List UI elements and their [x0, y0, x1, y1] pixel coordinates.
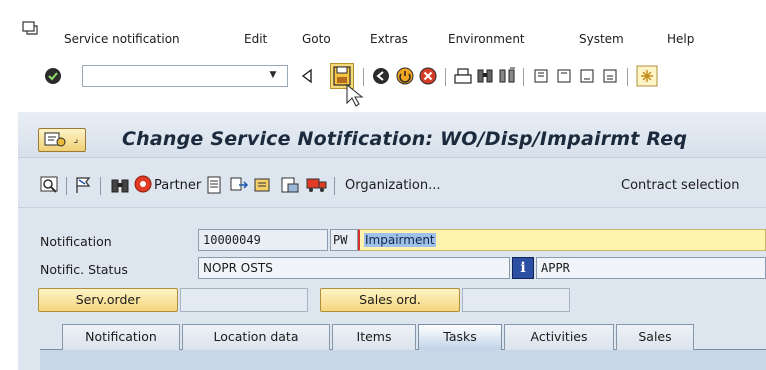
toolbar-separator — [523, 68, 524, 86]
notification-description-field[interactable]: Impairment — [358, 229, 766, 251]
sales-order-button[interactable]: Sales ord. — [320, 288, 460, 312]
tab-location-data[interactable]: Location data — [182, 324, 330, 350]
attachment-list-icon[interactable] — [280, 176, 300, 194]
flag-icon[interactable] — [74, 176, 94, 194]
enter-icon[interactable] — [44, 67, 62, 85]
notification-status-field[interactable]: NOPR OSTS — [198, 257, 510, 279]
binoculars-icon[interactable] — [110, 176, 130, 194]
toolbar-separator — [363, 68, 364, 86]
notification-type-field[interactable]: PW — [330, 229, 358, 251]
command-dropdown-icon[interactable]: ▼ — [266, 70, 280, 82]
sales-order-field[interactable] — [462, 288, 570, 312]
organization-button[interactable]: Organization... — [345, 178, 441, 193]
screen-menu-icon — [44, 132, 66, 147]
tab-items[interactable]: Items — [332, 324, 416, 350]
partner-icon[interactable] — [134, 175, 152, 193]
back-green-icon[interactable] — [372, 67, 390, 85]
menu-edit[interactable]: Edit — [244, 32, 267, 46]
toolbar-separator — [100, 177, 101, 195]
find-icon[interactable] — [476, 67, 494, 85]
service-order-field[interactable] — [180, 288, 308, 312]
tab-content-area — [40, 349, 766, 370]
page-title: Change Service Notification: WO/Disp/Imp… — [122, 128, 688, 150]
tab-tasks[interactable]: Tasks — [418, 324, 502, 350]
next-page-icon[interactable] — [578, 67, 596, 85]
tab-activities[interactable]: Activities — [504, 324, 614, 350]
notification-description-text: Impairment — [364, 233, 436, 247]
menu-help[interactable]: Help — [667, 32, 694, 46]
status-info-field[interactable]: APPR — [536, 257, 766, 279]
last-page-icon[interactable] — [601, 67, 619, 85]
toolbar-separator — [66, 177, 67, 195]
notification-number-field[interactable]: 10000049 — [198, 229, 328, 251]
create-session-icon[interactable] — [636, 65, 658, 87]
toolbar-separator — [627, 68, 628, 86]
find-next-icon[interactable] — [498, 67, 516, 85]
delivery-icon[interactable] — [306, 176, 328, 194]
previous-page-icon[interactable] — [555, 67, 573, 85]
menu-window-icon[interactable] — [22, 20, 38, 36]
transfer-icon[interactable] — [230, 176, 248, 194]
menu-environment[interactable]: Environment — [448, 32, 525, 46]
service-order-button[interactable]: Serv.order — [38, 288, 178, 312]
command-field[interactable] — [82, 65, 288, 87]
toolbar-separator — [334, 177, 335, 195]
save-icon — [333, 66, 351, 86]
back-icon[interactable] — [300, 68, 314, 84]
status-label: Notific. Status — [40, 262, 128, 277]
contract-selection-button[interactable]: Contract selection — [621, 178, 740, 193]
menu-extras[interactable]: Extras — [370, 32, 408, 46]
objects-icon[interactable] — [254, 176, 274, 194]
first-page-icon[interactable] — [532, 67, 550, 85]
document-list-icon[interactable] — [206, 176, 222, 194]
menu-system[interactable]: System — [579, 32, 624, 46]
menu-goto[interactable]: Goto — [302, 32, 331, 46]
cancel-icon[interactable] — [419, 67, 437, 85]
partner-button[interactable]: Partner — [154, 178, 201, 193]
exit-icon[interactable] — [396, 67, 414, 85]
notification-label: Notification — [40, 234, 112, 249]
tab-sales[interactable]: Sales — [616, 324, 694, 350]
tab-notification[interactable]: Notification — [62, 324, 180, 350]
mouse-cursor-icon — [346, 84, 364, 107]
print-icon[interactable] — [454, 67, 472, 85]
display-object-icon[interactable] — [40, 176, 60, 194]
menu-service-notification[interactable]: Service notification — [64, 32, 180, 46]
chevron-down-icon: ⌟ — [73, 134, 79, 145]
status-info-icon[interactable]: i — [512, 257, 534, 279]
toolbar-separator — [445, 68, 446, 86]
